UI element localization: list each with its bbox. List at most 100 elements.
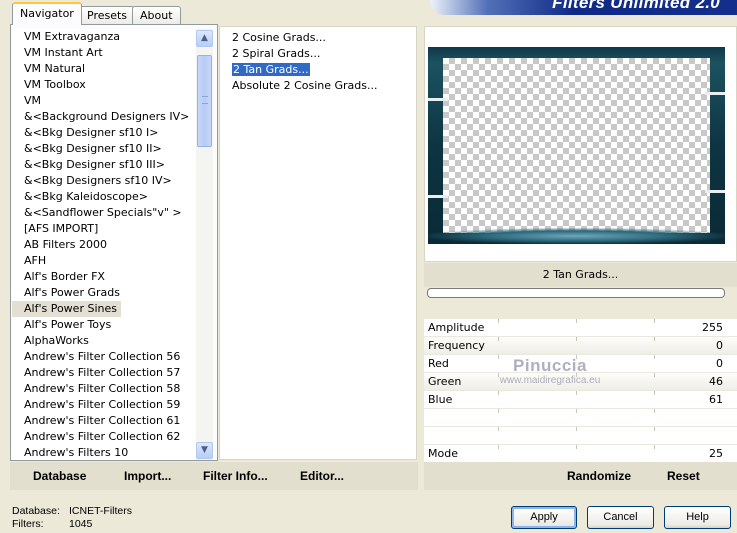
category-label: Andrew's Filter Collection 61 (24, 414, 181, 427)
reset-button[interactable]: Reset (667, 469, 700, 483)
frame-notch (428, 98, 448, 101)
slider-tick (498, 409, 499, 413)
app-banner: Filters Unlimited 2.0 (430, 0, 737, 15)
category-label: Andrew's Filter Collection 58 (24, 382, 181, 395)
category-label: Alf's Power Grads (24, 286, 120, 299)
editor-button[interactable]: Editor... (300, 469, 344, 483)
category-item[interactable]: Alf's Power Toys (12, 317, 196, 333)
preview-glow (428, 228, 725, 244)
slider-tick (654, 427, 655, 431)
help-button[interactable]: Help (664, 506, 731, 529)
cancel-button[interactable]: Cancel (587, 506, 654, 529)
category-item[interactable]: Andrew's Filter Collection 58 (12, 381, 196, 397)
parameter-label: Blue (428, 393, 453, 406)
category-label: Andrew's Filter Collection 62 (24, 430, 181, 443)
category-item[interactable]: [AFS IMPORT] (12, 221, 196, 237)
slider-tick (498, 427, 499, 431)
banner-title: Filters Unlimited 2.0 (552, 0, 720, 12)
parameter-row[interactable]: Frequency 0 (424, 337, 737, 355)
category-item[interactable]: &<Bkg Designer sf10 II> (12, 141, 196, 157)
category-scrollbar[interactable]: ▲ ▼ (196, 29, 213, 460)
category-item[interactable]: Alf's Border FX (12, 269, 196, 285)
filter-info-button[interactable]: Filter Info... (203, 469, 268, 483)
tab-about[interactable]: About (132, 6, 181, 24)
category-item[interactable]: &<Bkg Designer sf10 I> (12, 125, 196, 141)
watermark: Pinuccia www.maidiregrafica.eu (470, 356, 630, 386)
category-item[interactable]: &<Bkg Designer sf10 III> (12, 157, 196, 173)
filter-item[interactable]: 2 Tan Grads... (220, 62, 416, 78)
filter-list[interactable]: 2 Cosine Grads... 2 Spiral Grads... 2 Tan … (219, 26, 417, 460)
apply-button[interactable]: Apply (511, 506, 577, 529)
category-list[interactable]: VM Extravaganza VM Instant Art VM Natural V… (12, 29, 196, 460)
category-item[interactable]: AFH (12, 253, 196, 269)
import-button[interactable]: Import... (124, 469, 171, 483)
category-item[interactable]: AB Filters 2000 (12, 237, 196, 253)
randomize-button[interactable]: Randomize (567, 469, 631, 483)
parameter-row[interactable] (424, 427, 737, 445)
category-item[interactable]: Andrew's Filter Collection 61 (12, 413, 196, 429)
database-label: Database: (12, 505, 60, 517)
preview-transparency (443, 58, 710, 233)
category-label: Alf's Power Toys (24, 318, 112, 331)
category-label: &<Sandflower Specials"v" > (24, 206, 182, 219)
slider-tick (654, 319, 655, 323)
category-item[interactable]: VM Instant Art (12, 45, 196, 61)
slider-tick (654, 391, 655, 395)
action-bar: Randomize Reset (424, 462, 737, 490)
category-label: VM (24, 94, 42, 107)
tab-presets[interactable]: Presets (79, 6, 136, 24)
category-label: VM Toolbox (24, 78, 86, 91)
parameter-row[interactable]: Mode 25 (424, 445, 737, 463)
parameter-row[interactable]: Blue 61 (424, 391, 737, 409)
category-item[interactable]: Andrew's Filters 10 (12, 445, 196, 460)
category-item[interactable]: &<Sandflower Specials"v" > (12, 205, 196, 221)
category-label: Andrew's Filter Collection 59 (24, 398, 181, 411)
parameter-value: 255 (702, 321, 723, 334)
frame-notch (428, 195, 448, 198)
category-label: &<Bkg Designer sf10 I> (24, 126, 159, 139)
category-item[interactable]: &<Bkg Kaleidoscope> (12, 189, 196, 205)
category-item[interactable]: VM Extravaganza (12, 29, 196, 45)
category-label: VM Instant Art (24, 46, 103, 59)
parameter-table[interactable]: Amplitude 255 Frequency 0 Red 0 Green 46 Blue 61 M… (424, 319, 737, 463)
tab-navigator[interactable]: Navigator (12, 2, 82, 25)
category-item[interactable]: &<Background Designers IV> (12, 109, 196, 125)
category-item[interactable]: AlphaWorks (12, 333, 196, 349)
filter-label: 2 Spiral Grads... (232, 47, 321, 60)
filter-item[interactable]: Absolute 2 Cosine Grads... (220, 78, 416, 94)
category-item[interactable]: VM Toolbox (12, 77, 196, 93)
category-item[interactable]: Alf's Power Grads (12, 285, 196, 301)
category-item[interactable]: Andrew's Filter Collection 56 (12, 349, 196, 365)
category-item[interactable]: VM Natural (12, 61, 196, 77)
scroll-thumb[interactable] (197, 55, 212, 147)
category-label: VM Natural (24, 62, 86, 75)
category-item[interactable]: Alf's Power Sines (12, 301, 196, 317)
category-item[interactable]: Andrew's Filter Collection 57 (12, 365, 196, 381)
slider-tick (498, 319, 499, 323)
parameter-label: Mode (428, 447, 458, 460)
category-label: [AFS IMPORT] (24, 222, 99, 235)
category-label: AFH (24, 254, 47, 267)
database-value: ICNET-Filters (69, 505, 132, 517)
grip-icon (202, 96, 208, 104)
current-filter-name: 2 Tan Grads... (424, 263, 737, 287)
category-item[interactable]: VM (12, 93, 196, 109)
filter-item[interactable]: 2 Spiral Grads... (220, 46, 416, 62)
filter-label: 2 Tan Grads... (231, 62, 311, 77)
parameter-row[interactable]: Amplitude 255 (424, 319, 737, 337)
category-item[interactable]: &<Bkg Designers sf10 IV> (12, 173, 196, 189)
scroll-up-button[interactable]: ▲ (196, 30, 213, 47)
database-button[interactable]: Database (33, 469, 86, 483)
scroll-down-button[interactable]: ▼ (196, 442, 213, 459)
filters-label: Filters: (12, 518, 44, 530)
category-label: Andrew's Filter Collection 57 (24, 366, 181, 379)
slider-tick (654, 337, 655, 341)
category-label: &<Background Designers IV> (24, 110, 190, 123)
slider-tick (498, 391, 499, 395)
filter-item[interactable]: 2 Cosine Grads... (220, 30, 416, 46)
progress-bar (427, 288, 725, 298)
parameter-row[interactable] (424, 409, 737, 427)
category-item[interactable]: Andrew's Filter Collection 59 (12, 397, 196, 413)
category-item[interactable]: Andrew's Filter Collection 62 (12, 429, 196, 445)
slider-tick (576, 445, 577, 449)
